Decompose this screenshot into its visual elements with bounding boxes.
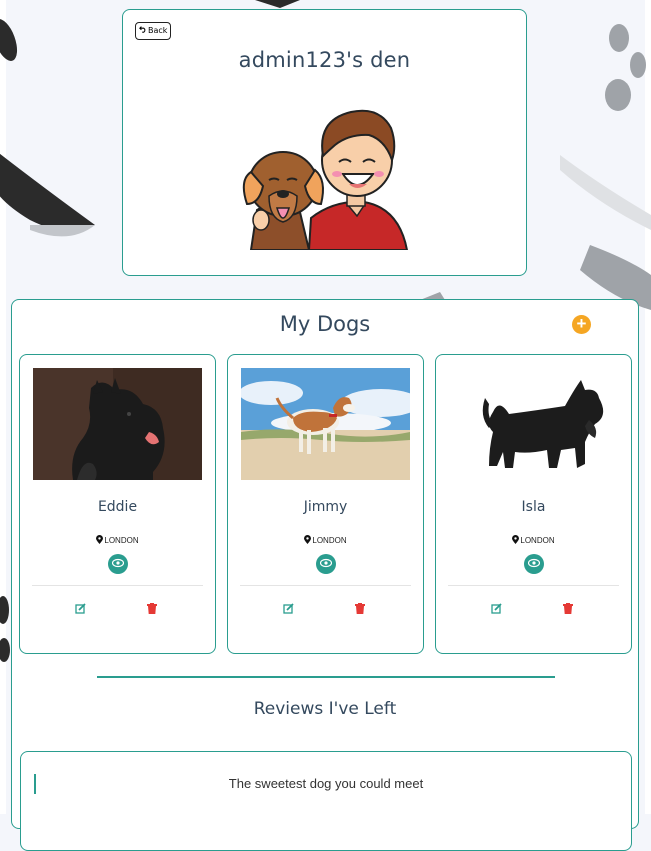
dog-name: Isla	[521, 499, 546, 515]
view-dog-button[interactable]	[524, 554, 544, 574]
edit-dog-button[interactable]	[283, 601, 295, 614]
owner-and-dog-illustration	[242, 109, 409, 250]
dog-photo	[241, 368, 410, 480]
view-dog-button[interactable]	[316, 554, 336, 574]
page-title: admin123's den	[238, 48, 411, 72]
map-marker-icon	[304, 535, 312, 546]
dog-photo	[33, 368, 202, 480]
delete-dog-button[interactable]	[563, 601, 575, 614]
dog-name: Jimmy	[303, 499, 348, 515]
trash-icon	[147, 601, 157, 618]
eye-icon	[527, 555, 541, 573]
dog-card: Eddie LONDON	[19, 354, 216, 654]
add-dog-button[interactable]: +	[572, 315, 591, 334]
section-divider	[97, 676, 555, 678]
dog-location: LONDON	[436, 535, 631, 546]
card-divider	[32, 585, 203, 586]
card-divider	[240, 585, 411, 586]
dog-photo	[449, 368, 618, 480]
review-card: The sweetest dog you could meet	[20, 751, 632, 851]
den-header-card: Back admin123's den	[122, 9, 527, 276]
eye-icon	[111, 555, 125, 573]
section-title-reviews: Reviews I've Left	[253, 699, 397, 719]
dog-location-label: LONDON	[104, 536, 139, 545]
card-divider	[448, 585, 619, 586]
review-text: The sweetest dog you could meet	[228, 776, 424, 791]
edit-icon	[491, 601, 502, 618]
delete-dog-button[interactable]	[355, 601, 367, 614]
dog-card: Jimmy LONDON	[227, 354, 424, 654]
edit-dog-button[interactable]	[75, 601, 87, 614]
eye-icon	[319, 555, 333, 573]
trash-icon	[355, 601, 365, 618]
trash-icon	[563, 601, 573, 618]
edit-dog-button[interactable]	[491, 601, 503, 614]
dog-location-label: LONDON	[520, 536, 555, 545]
map-marker-icon	[96, 535, 104, 546]
dog-location-label: LONDON	[312, 536, 347, 545]
back-button[interactable]: Back	[135, 22, 172, 40]
map-marker-icon	[512, 535, 520, 546]
view-dog-button[interactable]	[108, 554, 128, 574]
delete-dog-button[interactable]	[147, 601, 159, 614]
edit-icon	[283, 601, 294, 618]
dog-location: LONDON	[20, 535, 215, 546]
dog-name: Eddie	[97, 499, 138, 515]
edit-icon	[75, 601, 86, 618]
dog-location: LONDON	[228, 535, 423, 546]
undo-icon	[139, 24, 147, 38]
back-button-label: Back	[148, 26, 168, 35]
dog-card: Isla LONDON	[435, 354, 632, 654]
plus-circle-icon: +	[576, 314, 587, 333]
section-title-my-dogs: My Dogs	[279, 312, 371, 336]
my-dogs-panel: My Dogs + Eddie LONDON Jimmy LONDON Isla…	[11, 299, 639, 851]
